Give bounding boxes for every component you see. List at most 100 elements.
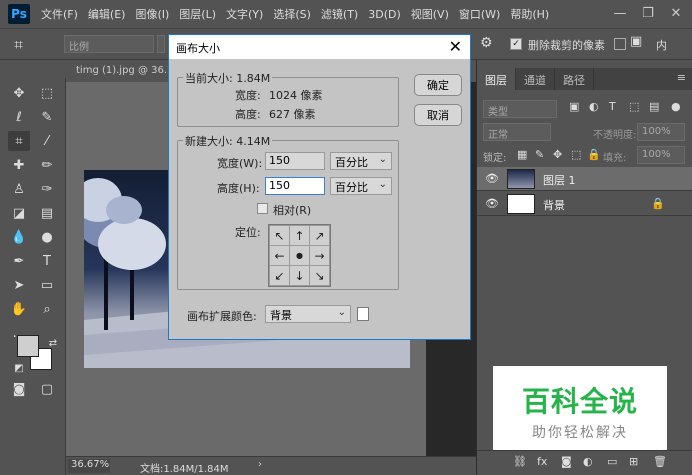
layer-row-background[interactable]: 👁 背景 🔒 (477, 192, 692, 216)
type-tool-icon[interactable]: T (36, 251, 58, 271)
lock-position-icon[interactable]: ✥ (553, 148, 562, 161)
quick-mask-icon[interactable]: ◙ (8, 379, 30, 399)
lock-transparent-icon[interactable]: ▦ (517, 148, 527, 161)
crop-tool-icon[interactable]: ⌗ (8, 131, 30, 151)
lock-image-icon[interactable]: ✎ (535, 148, 544, 161)
dialog-titlebar[interactable]: 画布大小 ✕ (169, 35, 470, 59)
adjustment-layer-icon[interactable]: ◐ (583, 455, 593, 468)
fill-label: 填充: (603, 153, 627, 164)
marquee-tool-icon[interactable]: ⬚ (36, 83, 58, 103)
anchor-right-icon[interactable]: → (309, 245, 330, 266)
extension-color-swatch[interactable] (357, 307, 369, 321)
filter-adjustment-icon[interactable]: ◐ (589, 100, 599, 113)
menu-file[interactable]: 文件(F) (36, 6, 83, 22)
restore-button[interactable]: ❐ (634, 0, 662, 26)
gear-icon[interactable]: ⚙ (480, 35, 493, 51)
new-width-input[interactable]: 150 (265, 152, 325, 170)
filter-toggle-icon[interactable]: ● (671, 100, 681, 113)
close-icon[interactable]: ✕ (449, 37, 462, 56)
pen-tool-icon[interactable]: ✒ (8, 251, 30, 271)
delete-cropped-pixels-checkbox[interactable]: ✓ (510, 38, 522, 50)
anchor-left-icon[interactable]: ← (269, 245, 290, 266)
eye-icon[interactable]: 👁 (485, 172, 499, 185)
filter-shape-icon[interactable]: ⬚ (629, 100, 639, 113)
blur-tool-icon[interactable]: 💧 (8, 227, 30, 247)
tab-layers[interactable]: 图层 (477, 68, 516, 90)
menu-select[interactable]: 选择(S) (268, 6, 316, 22)
quick-select-tool-icon[interactable]: ✎ (36, 107, 58, 127)
opacity-input[interactable]: 100% (637, 123, 685, 141)
menu-help[interactable]: 帮助(H) (505, 6, 554, 22)
filter-smart-icon[interactable]: ▤ (649, 100, 659, 113)
anchor-bottom-right-icon[interactable]: ↘ (309, 265, 330, 286)
panel-menu-icon[interactable]: ≡ (677, 71, 686, 84)
lock-artboard-icon[interactable]: ⬚ (571, 148, 581, 161)
anchor-top-icon[interactable]: ↑ (289, 225, 310, 246)
anchor-center-icon[interactable]: ● (289, 245, 310, 266)
crop-icon[interactable]: ⌗ (14, 35, 23, 55)
anchor-bottom-icon[interactable]: ↓ (289, 265, 310, 286)
lasso-tool-icon[interactable]: ℓ (8, 107, 30, 127)
menu-3d[interactable]: 3D(D) (363, 8, 406, 21)
fill-input[interactable]: 100% (637, 146, 685, 164)
ratio-width-field[interactable] (157, 35, 165, 53)
dodge-tool-icon[interactable]: ● (36, 227, 58, 247)
zoom-tool-icon[interactable]: ⌕ (36, 299, 58, 319)
gradient-tool-icon[interactable]: ▤ (36, 203, 58, 223)
history-brush-icon[interactable]: ✑ (36, 179, 58, 199)
anchor-top-left-icon[interactable]: ↖ (269, 225, 290, 246)
width-unit-select[interactable]: 百分比 ⌄ (330, 152, 392, 170)
eyedropper-tool-icon[interactable]: ⁄ (36, 131, 58, 151)
tab-paths[interactable]: 路径 (555, 68, 594, 90)
link-layers-icon[interactable]: ⛓ (513, 455, 527, 468)
menu-type[interactable]: 文字(Y) (221, 6, 268, 22)
brush-tool-icon[interactable]: ✏ (36, 155, 58, 175)
hand-tool-icon[interactable]: ✋ (8, 299, 30, 319)
blend-mode-select[interactable]: 正常 (483, 123, 551, 141)
move-tool-icon[interactable]: ✥ (8, 83, 30, 103)
height-unit-select[interactable]: 百分比 ⌄ (330, 177, 392, 195)
path-select-tool-icon[interactable]: ➤ (8, 275, 30, 295)
menu-layer[interactable]: 图层(L) (174, 6, 221, 22)
menu-window[interactable]: 窗口(W) (454, 6, 505, 22)
document-tab[interactable]: timg (1).jpg @ 36.7 (66, 60, 176, 82)
layer-filter-kind-select[interactable]: 类型 (483, 100, 557, 118)
eraser-tool-icon[interactable]: ◪ (8, 203, 30, 223)
zoom-level-field[interactable]: 36.67% (68, 459, 110, 473)
trash-icon[interactable]: 🗑 (653, 455, 667, 468)
layer-row-layer1[interactable]: 👁 图层 1 (477, 167, 692, 191)
anchor-bottom-left-icon[interactable]: ↙ (269, 265, 290, 286)
minimize-button[interactable]: — (606, 0, 634, 26)
menu-image[interactable]: 图像(I) (130, 6, 174, 22)
relative-checkbox[interactable] (257, 203, 268, 214)
ok-button[interactable]: 确定 (414, 74, 462, 96)
filter-pixel-icon[interactable]: ▣ (569, 100, 579, 113)
filter-type-icon[interactable]: T (609, 100, 616, 113)
extension-color-select[interactable]: 背景 ⌄ (265, 305, 351, 323)
tab-channels[interactable]: 通道 (516, 68, 555, 90)
layer-style-icon[interactable]: fx (537, 455, 547, 468)
swap-colors-icon[interactable]: ⇄ (42, 333, 64, 353)
screen-mode-icon[interactable]: ▢ (36, 379, 58, 399)
content-aware-checkbox[interactable] (614, 38, 626, 50)
stamp-tool-icon[interactable]: ♙ (8, 179, 30, 199)
menu-filter[interactable]: 滤镜(T) (316, 6, 363, 22)
anchor-grid: ↖ ↑ ↗ ← ● → ↙ ↓ ↘ (268, 224, 331, 287)
close-window-button[interactable]: ✕ (662, 0, 690, 26)
new-height-input[interactable]: 150 (265, 177, 325, 195)
new-group-icon[interactable]: ▭ (607, 455, 617, 468)
status-menu-arrow-icon[interactable]: › (258, 459, 262, 470)
eye-icon[interactable]: 👁 (485, 197, 499, 210)
anchor-top-right-icon[interactable]: ↗ (309, 225, 330, 246)
shape-tool-icon[interactable]: ▭ (36, 275, 58, 295)
new-layer-icon[interactable]: ⊞ (629, 455, 638, 468)
foreground-color-swatch[interactable] (17, 335, 39, 357)
lock-all-icon[interactable]: 🔒 (587, 148, 601, 161)
cancel-button[interactable]: 取消 (414, 104, 462, 126)
healing-tool-icon[interactable]: ✚ (8, 155, 30, 175)
menu-view[interactable]: 视图(V) (406, 6, 454, 22)
ratio-select[interactable]: 比例 (64, 35, 154, 53)
default-colors-icon[interactable]: ◩ (8, 358, 30, 378)
add-mask-icon[interactable]: ◙ (561, 455, 572, 468)
menu-edit[interactable]: 编辑(E) (83, 6, 131, 22)
